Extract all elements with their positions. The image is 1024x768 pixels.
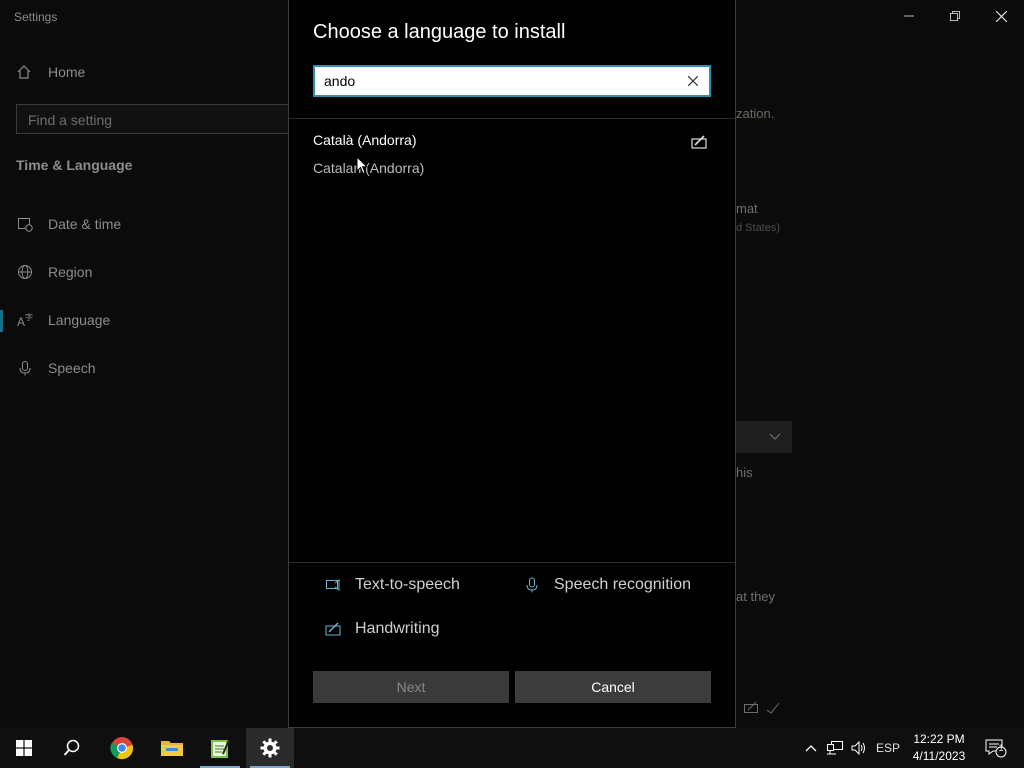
bg-text-fragment: mat	[736, 201, 758, 216]
close-icon	[688, 76, 698, 86]
bg-dropdown[interactable]	[736, 421, 792, 453]
taskbar: ESP 12:22 PM 4/11/2023 1	[0, 728, 1024, 768]
calendar-clock-icon	[16, 215, 34, 233]
dialog-title: Choose a language to install	[313, 21, 566, 43]
cancel-button[interactable]: Cancel	[515, 671, 711, 703]
text-to-speech-icon	[326, 579, 340, 591]
nav-item-label: Date & time	[48, 216, 122, 232]
network-icon	[827, 741, 843, 755]
globe-icon	[16, 263, 34, 281]
start-button[interactable]	[0, 728, 48, 768]
find-setting-placeholder: Find a setting	[28, 112, 113, 128]
home-icon	[17, 65, 31, 79]
next-button[interactable]: Next	[313, 671, 509, 703]
chrome-icon	[110, 737, 133, 760]
mouse-cursor-icon	[356, 156, 368, 175]
chrome-app[interactable]	[98, 728, 146, 768]
bg-feature-icons	[744, 700, 780, 714]
language-search-box[interactable]	[313, 65, 711, 97]
microphone-icon	[16, 359, 34, 377]
language-native-name: Català (Andorra)	[313, 132, 417, 148]
network-button[interactable]	[824, 728, 846, 768]
windows-logo-icon	[16, 740, 32, 756]
close-icon	[995, 10, 1007, 22]
language-result-item[interactable]: Català (Andorra) Catalan (Andorra)	[289, 124, 735, 184]
speaker-icon	[851, 741, 865, 755]
find-setting-input[interactable]: Find a setting	[16, 104, 292, 134]
search-icon	[63, 739, 80, 756]
svg-text:字: 字	[25, 312, 33, 322]
restore-button[interactable]	[935, 4, 975, 28]
search-button[interactable]	[48, 728, 96, 768]
language-icon: A字	[16, 311, 34, 329]
clock-time: 12:22 PM	[913, 732, 965, 746]
nav-item-label: Speech	[48, 360, 96, 376]
feature-label: Speech recognition	[554, 576, 691, 593]
language-english-name: Catalan (Andorra)	[313, 160, 425, 176]
folder-icon	[161, 741, 183, 756]
divider	[289, 118, 735, 119]
handwriting-icon	[744, 701, 758, 713]
bg-text-fragment: his	[736, 465, 753, 480]
feature-label: Handwriting	[355, 620, 440, 637]
nav-item-date-time[interactable]: Date & time	[16, 215, 121, 233]
volume-button[interactable]	[848, 728, 870, 768]
clock[interactable]: 12:22 PM 4/11/2023	[906, 731, 972, 765]
nav-home[interactable]: Home	[16, 64, 85, 80]
restore-icon	[950, 11, 960, 21]
bg-text-fragment: zation.	[736, 106, 775, 121]
chevron-up-icon	[805, 745, 817, 752]
svg-text:A: A	[17, 315, 25, 328]
nav-item-label: Language	[48, 312, 111, 328]
section-title: Time & Language	[16, 157, 133, 173]
handwriting-icon	[325, 622, 341, 636]
bg-text-fragment: at they	[736, 589, 776, 604]
file-explorer-app[interactable]	[148, 728, 196, 768]
microphone-icon	[526, 577, 538, 593]
notification-count: 1	[998, 743, 1004, 753]
language-search-input[interactable]	[324, 71, 664, 91]
settings-app[interactable]	[246, 728, 294, 768]
bg-text-fragment: d States)	[736, 222, 781, 234]
window-title: Settings	[14, 10, 58, 24]
notepad-app[interactable]	[196, 728, 244, 768]
nav-item-speech[interactable]: Speech	[16, 359, 95, 377]
feature-handwriting: Handwriting	[325, 620, 439, 638]
feature-label: Text-to-speech	[355, 576, 460, 593]
nav-item-language[interactable]: A字 Language	[16, 311, 110, 329]
clock-date: 4/11/2023	[912, 749, 966, 763]
nav-item-region[interactable]: Region	[16, 263, 92, 281]
spellcheck-icon	[766, 702, 780, 714]
language-install-dialog: Choose a language to install Català (And…	[288, 0, 736, 728]
input-language-indicator[interactable]: ESP	[874, 728, 902, 768]
nav-active-indicator	[0, 310, 3, 332]
nav-item-label: Region	[48, 264, 93, 280]
nav-home-label: Home	[48, 64, 86, 80]
minimize-button[interactable]	[889, 4, 929, 28]
divider	[289, 562, 735, 563]
gear-icon	[260, 738, 280, 758]
feature-text-to-speech: Text-to-speech	[325, 576, 460, 594]
show-hidden-icons-button[interactable]	[800, 728, 822, 768]
close-button[interactable]	[981, 4, 1021, 28]
handwriting-icon	[691, 135, 707, 149]
chevron-down-icon	[769, 433, 781, 440]
clear-search-button[interactable]	[683, 71, 703, 91]
notepad-icon	[211, 739, 230, 758]
minimize-icon	[904, 15, 914, 17]
notification-center-button[interactable]: 1	[978, 728, 1014, 768]
feature-speech-recognition: Speech recognition	[524, 576, 691, 594]
